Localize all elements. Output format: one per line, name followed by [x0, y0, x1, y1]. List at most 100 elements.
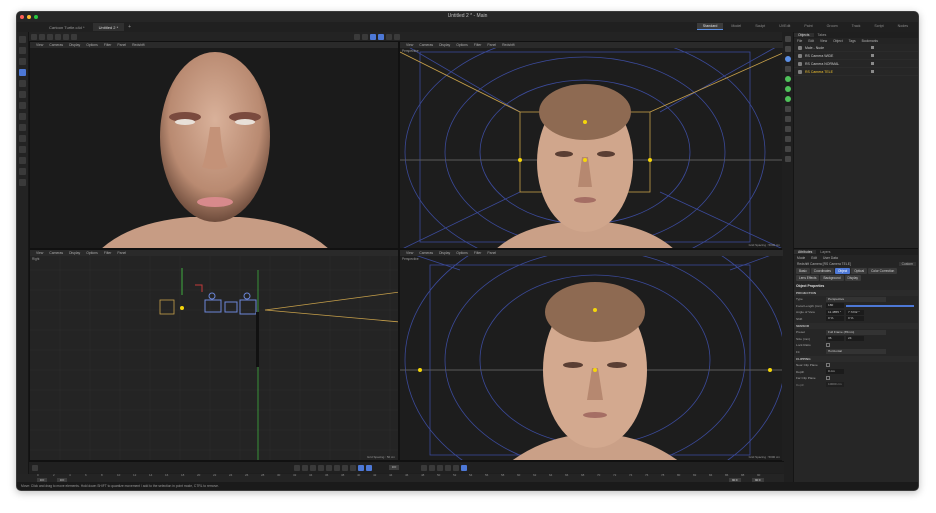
model-mode-icon[interactable] [63, 33, 69, 40]
vp-menu-options[interactable]: Options [456, 251, 468, 255]
page-display-button[interactable]: Display [844, 275, 861, 281]
make-editable-icon[interactable] [47, 33, 53, 40]
vp-menu-panel[interactable]: Panel [117, 251, 126, 255]
rotate-tool-icon[interactable] [19, 80, 26, 87]
far-clip-checkbox[interactable] [826, 376, 830, 381]
vp-menu-filter[interactable]: Filter [104, 43, 112, 47]
vp-menu-redshift[interactable]: Redshift [502, 43, 514, 47]
om-menu-edit[interactable]: Edit [805, 39, 817, 43]
vp-menu-filter[interactable]: Filter [474, 43, 482, 47]
om-menu-object[interactable]: Object [830, 39, 846, 43]
record-icon[interactable] [358, 465, 364, 471]
camera-icon[interactable] [784, 126, 791, 132]
interactive-render-icon[interactable] [370, 33, 376, 40]
fit-select[interactable]: Horizontal [826, 349, 886, 355]
next-frame-icon[interactable] [334, 465, 340, 471]
focal-length-field[interactable]: 180 [826, 303, 844, 309]
layout-track[interactable]: Track [846, 23, 867, 30]
om-menu-tags[interactable]: Tags [846, 39, 859, 43]
vp-menu-options[interactable]: Options [86, 43, 98, 47]
vp-menu-view[interactable]: View [36, 251, 43, 255]
points-mode-icon[interactable] [19, 102, 26, 109]
next-key-icon[interactable] [342, 465, 348, 471]
polygons-mode-icon[interactable] [19, 124, 26, 131]
sphere-icon[interactable] [784, 146, 791, 152]
previous-frame-icon[interactable] [310, 465, 316, 471]
viewport-bottom-right[interactable]: View Cameras Display Options Filter Pane… [399, 249, 784, 461]
cube-icon[interactable] [784, 36, 791, 42]
keyframe-icon[interactable] [32, 465, 38, 471]
render-settings-icon[interactable] [378, 33, 384, 40]
type-select[interactable]: Perspective [826, 296, 886, 302]
tab-attributes[interactable]: Attributes [794, 250, 817, 254]
pen-icon[interactable] [784, 46, 791, 52]
scale-tool-icon[interactable] [19, 91, 26, 98]
page-color-correction-button[interactable]: Color Correction [868, 268, 898, 274]
autokey-icon[interactable] [366, 465, 372, 471]
vp-menu-cameras[interactable]: Cameras [49, 43, 63, 47]
layout-sculpt[interactable]: Sculpt [749, 23, 771, 30]
tab-takes[interactable]: Takes [814, 33, 831, 37]
focal-length-slider[interactable] [846, 304, 914, 307]
environment-icon[interactable] [784, 116, 791, 122]
am-menu-edit[interactable]: Edit [808, 256, 820, 260]
key-scale-icon[interactable] [437, 465, 443, 471]
doc-tab-untitled-2[interactable]: Untitled 2 * [92, 23, 125, 31]
far-depth-field[interactable]: 10000 cm [826, 382, 844, 388]
axis-icon[interactable] [19, 146, 26, 153]
redshift-icon[interactable] [394, 33, 400, 40]
am-menu-mode[interactable]: Mode [794, 256, 808, 260]
page-background-button[interactable]: Background [820, 275, 844, 281]
angle-of-view-v-field[interactable]: 7.7232 ° [846, 309, 864, 315]
effector-icon[interactable] [784, 96, 791, 102]
generator-icon[interactable] [784, 56, 791, 62]
object-row-camera-tele[interactable]: RS Camera TELE [794, 68, 918, 76]
key-param-icon[interactable] [445, 465, 451, 471]
light-icon[interactable] [784, 136, 791, 142]
new-tab-icon[interactable]: + [128, 24, 131, 30]
snap-icon[interactable] [19, 135, 26, 142]
undo-icon[interactable] [31, 33, 37, 40]
sculpt-icon[interactable] [19, 179, 26, 186]
go-to-end-icon[interactable] [350, 465, 356, 471]
vp-menu-options[interactable]: Options [86, 251, 98, 255]
live-select-icon[interactable] [19, 58, 26, 65]
viewport-top-right[interactable]: View Cameras Display Options Filter Pane… [399, 41, 784, 249]
key-rotation-icon[interactable] [429, 465, 435, 471]
preset-select[interactable]: Full Frame (35mm) [826, 329, 886, 335]
vp-menu-cameras[interactable]: Cameras [419, 251, 433, 255]
vp-menu-redshift[interactable]: Redshift [132, 43, 144, 47]
page-coordinates-button[interactable]: Coordinates [810, 268, 834, 274]
edges-mode-icon[interactable] [19, 113, 26, 120]
vp-menu-options[interactable]: Options [456, 43, 468, 47]
am-menu-user-data[interactable]: User Data [820, 256, 841, 260]
shift-y-field[interactable]: 0 % [846, 316, 864, 322]
layout-uvedit[interactable]: UVEdit [773, 23, 796, 30]
vp-menu-filter[interactable]: Filter [474, 251, 482, 255]
vp-menu-panel[interactable]: Panel [487, 251, 496, 255]
go-to-start-icon[interactable] [294, 465, 300, 471]
layout-model[interactable]: Model [725, 23, 747, 30]
near-clip-checkbox[interactable] [826, 363, 830, 368]
layout-standard[interactable]: Standard [696, 23, 724, 30]
key-pla-icon[interactable] [453, 465, 459, 471]
vp-menu-display[interactable]: Display [69, 43, 80, 47]
size-height-field[interactable]: 24 [846, 336, 864, 342]
vp-menu-display[interactable]: Display [69, 251, 80, 255]
object-row-camera-wide[interactable]: RS Camera WIDE [794, 52, 918, 60]
cloner-icon[interactable] [784, 76, 791, 82]
vp-menu-view[interactable]: View [36, 43, 43, 47]
select-tool-icon[interactable] [19, 47, 26, 54]
deformer-icon[interactable] [784, 106, 791, 112]
paint-icon[interactable] [19, 157, 26, 164]
vp-menu-view[interactable]: View [406, 251, 413, 255]
size-width-field[interactable]: 36 [826, 336, 844, 342]
texture-mode-icon[interactable] [71, 33, 77, 40]
page-basic-button[interactable]: Basic [796, 268, 810, 274]
doc-tab-cartoon-turtle[interactable]: Cartoon Turtle.c4d * [43, 23, 91, 31]
viewport-bottom-left[interactable]: View Cameras Display Options Filter Pane… [29, 249, 399, 461]
viewport-top-left[interactable]: View Cameras Display Options Filter Pane… [29, 41, 399, 249]
vp-menu-cameras[interactable]: Cameras [419, 43, 433, 47]
timeline-icon[interactable] [461, 465, 467, 471]
zoom-tool-icon[interactable] [19, 36, 26, 43]
